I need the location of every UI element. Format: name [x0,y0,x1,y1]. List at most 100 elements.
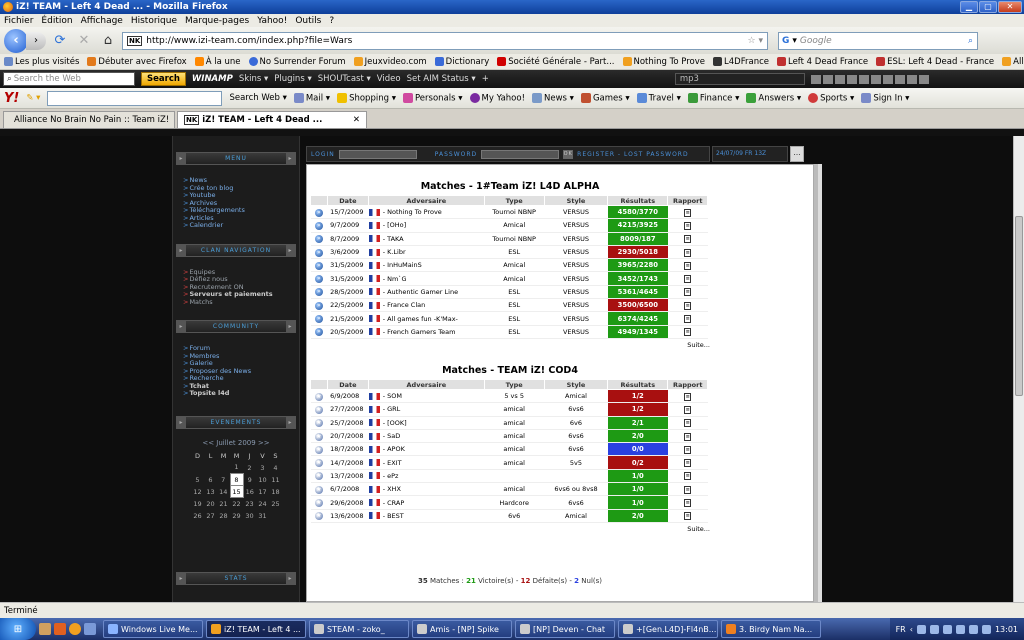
forward-icon[interactable]: › [26,31,46,50]
table-row[interactable]: ★ 13/6/2008 - BEST 6v6 Amical 2/0 ≡ [310,509,708,523]
search-go-icon[interactable]: ⌕ [968,36,973,46]
report-icon[interactable]: ≡ [684,248,692,257]
bookmark-item[interactable]: Société Générale - Part... [497,57,615,67]
tray-icon[interactable] [929,624,939,634]
quicklaunch-icon[interactable] [84,623,96,635]
password-input[interactable] [481,149,560,159]
report-icon[interactable]: ≡ [684,261,692,270]
bookmark-item[interactable]: L4DFrance [713,57,769,67]
winamp-add[interactable]: + [482,74,489,84]
language-indicator[interactable]: FR [896,625,906,634]
report-icon[interactable]: ≡ [684,301,692,310]
home-icon[interactable]: ⌂ [98,33,118,48]
calendar-day[interactable]: 8 [229,473,244,486]
close-button[interactable]: ✕ [998,1,1022,13]
web-search-button[interactable]: Search [141,72,186,86]
menu-affichage[interactable]: Affichage [81,16,123,26]
table-row[interactable]: » 8/7/2009 - TAKA Tournoi NBNP VERSUS 8009/18… [310,232,708,246]
vertical-scrollbar[interactable] [1013,136,1024,602]
register-link[interactable]: REGISTER - LOST PASSWORD [577,151,688,158]
table-row[interactable]: » 21/5/2009 - All games fun -K'Max- ESL VERS… [310,311,708,326]
taskbar-item[interactable]: STEAM - zoko_ [309,620,409,638]
yahoo-travel[interactable]: Travel ▾ [636,92,681,103]
calendar-day[interactable]: 26 [191,510,204,522]
search-engine-box[interactable]: G ▾ Google ⌕ [778,31,978,50]
calendar-day[interactable]: 21 [217,498,230,510]
match-details-icon[interactable]: ★ [314,419,323,428]
more-button[interactable]: … [790,146,804,162]
back-icon[interactable]: ‹ [4,28,28,53]
yahoo-finance[interactable]: Finance ▾ [687,92,739,103]
sidebar-link[interactable]: >Matchs [183,298,299,307]
match-details-icon[interactable]: ★ [314,392,323,401]
calendar-day[interactable]: 29 [230,510,243,522]
table-row[interactable]: ★ 13/7/2008 - ePz 1/0 ≡ [310,469,708,484]
match-details-icon[interactable]: » [314,261,323,270]
calendar-day[interactable]: 5 [191,474,204,486]
table-row[interactable]: ★ 29/6/2008 - CRAP Hardcore 6vs6 1/0 ≡ [310,495,708,510]
sidebar-link[interactable]: >Calendrier [183,221,299,230]
table-row[interactable]: » 31/5/2009 - InHuMainS Amical VERSUS 3965/22… [310,258,708,273]
tab-close-icon[interactable]: ✕ [353,115,360,125]
login-input[interactable] [338,149,417,159]
minimize-button[interactable]: ▁ [960,1,978,13]
matches-l4d-more-link[interactable]: Suite... [310,341,710,349]
calendar-day[interactable]: 10 [256,474,269,486]
bookmark-item[interactable]: Les plus visités [4,57,79,67]
winamp-plugins[interactable]: Plugins ▾ [274,74,311,84]
calendar-title[interactable]: << Juillet 2009 >> [191,439,281,447]
yahoo-news[interactable]: News ▾ [532,92,574,103]
calendar-day[interactable]: 18 [269,486,282,498]
calendar-day[interactable]: 2 [243,462,256,474]
tray-chevron-icon[interactable]: ‹ [910,625,913,634]
winamp-shoutcast[interactable]: SHOUTcast ▾ [318,74,371,84]
table-row[interactable]: » 31/5/2009 - Nm`G Amical VERSUS 3452/1743 ≡ [310,271,708,286]
yahoo-personals[interactable]: Personals ▾ [402,92,463,103]
yahoo-my-yahoo[interactable]: My Yahoo! [469,92,525,103]
menu-marque-pages[interactable]: Marque-pages [185,16,249,26]
calendar-day[interactable]: 28 [217,510,230,522]
url-bar[interactable]: NK http://www.izi-team.com/index.php?fil… [122,31,768,50]
login-ok-button[interactable]: OK [563,149,574,159]
bookmark-star-icon[interactable]: ☆ ▾ [748,36,763,46]
report-icon[interactable]: ≡ [684,405,692,414]
match-details-icon[interactable]: ★ [314,472,323,481]
calendar-day[interactable]: 6 [204,474,217,486]
calendar-day[interactable]: 22 [230,498,243,510]
yahoo-games[interactable]: Games ▾ [580,92,630,103]
calendar-day[interactable]: 13 [204,486,217,498]
table-row[interactable]: » 15/7/2009 - Nothing To Prove Tournoi NBNP… [310,205,708,220]
table-row[interactable]: ★ 14/7/2008 - EXIT amical 5v5 0/2 ≡ [310,455,708,470]
calendar-day[interactable]: 23 [243,498,256,510]
calendar-day[interactable]: 15 [229,485,244,498]
web-search-input[interactable]: ⌕ Search the Web [3,72,135,86]
bookmark-item[interactable]: À la une [194,57,241,67]
yahoo-sign-in[interactable]: Sign In ▾ [861,92,909,103]
report-icon[interactable]: ≡ [684,472,692,481]
yahoo-logo[interactable]: Y! [4,91,19,106]
report-icon[interactable]: ≡ [684,392,692,401]
calendar-day[interactable]: 30 [243,510,256,522]
tray-icon[interactable] [955,624,965,634]
taskbar-item[interactable]: Amis - [NP] Spike [412,620,512,638]
report-icon[interactable]: ≡ [684,459,692,468]
yahoo-sports[interactable]: Sports ▾ [808,92,854,103]
table-row[interactable]: ★ 6/7/2008 - XHX amical 6vs6 ou 8vs8 1/0 ≡ [310,482,708,497]
report-icon[interactable]: ≡ [684,275,692,284]
bookmark-item[interactable]: Jeuxvideo.com [353,57,427,67]
menu-fichier[interactable]: Fichier [4,16,33,26]
table-row[interactable]: ★ 6/9/2008 - SOM 5 vs 5 Amical 1/2 ≡ [310,389,708,404]
pencil-icon[interactable]: ✎ ▾ [26,93,40,103]
quicklaunch-icon[interactable] [39,623,51,635]
calendar-day[interactable]: 7 [217,474,230,486]
clock[interactable]: 13:01 [995,625,1018,634]
table-row[interactable]: ★ 27/7/2008 - GRL amical 6vs6 1/2 ≡ [310,402,708,417]
report-icon[interactable]: ≡ [684,419,692,428]
bookmark-item[interactable]: Dictionary [434,57,489,67]
report-icon[interactable]: ≡ [684,485,692,494]
match-details-icon[interactable]: ★ [314,445,323,454]
match-details-icon[interactable]: ★ [314,499,323,508]
calendar-day[interactable]: 25 [269,498,282,510]
table-row[interactable]: » 28/5/2009 - Authentic Gamer Line ESL VERSU… [310,285,708,300]
calendar-day[interactable]: 27 [204,510,217,522]
